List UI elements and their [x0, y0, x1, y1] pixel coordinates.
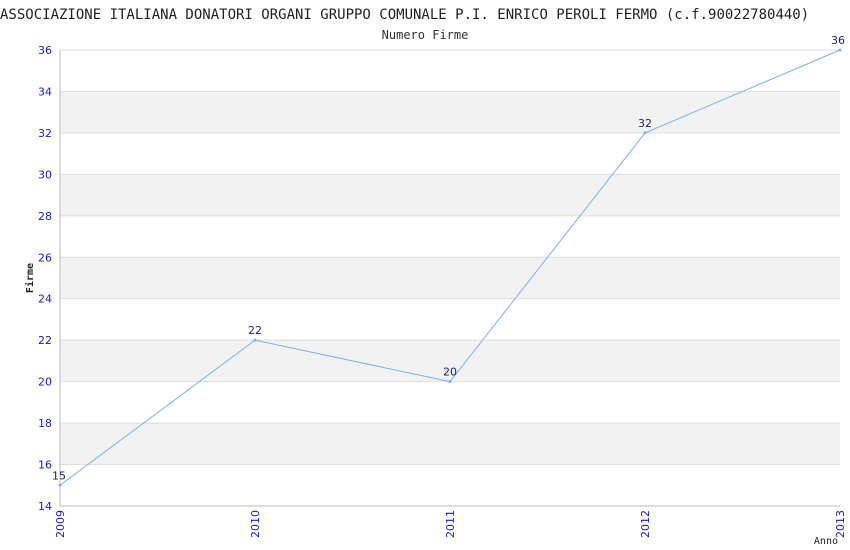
x-tick-label: 2010 — [249, 510, 262, 538]
grid-band — [60, 257, 840, 299]
y-tick-label: 24 — [38, 293, 52, 306]
grid-band — [60, 423, 840, 465]
grid-band — [60, 174, 840, 216]
x-tick-label: 2011 — [444, 510, 457, 538]
data-label: 36 — [831, 34, 845, 47]
y-tick-label: 30 — [38, 168, 52, 181]
data-label: 15 — [52, 469, 66, 482]
chart-subtitle: Numero Firme — [382, 28, 469, 42]
y-tick-label: 32 — [38, 127, 52, 140]
y-axis-ticks: 14 16 18 20 22 24 26 28 30 32 34 36 — [38, 44, 52, 513]
y-tick-label: 28 — [38, 210, 52, 223]
y-tick-label: 22 — [38, 334, 52, 347]
chart: 141618202224262830323436 2009 2010 2011 201… — [0, 7, 847, 547]
data-point — [838, 48, 842, 52]
y-tick-label: 20 — [38, 376, 52, 389]
data-label: 22 — [248, 324, 262, 337]
y-tick-label: 34 — [38, 85, 52, 98]
y-tick-label: 26 — [38, 251, 52, 264]
grid-bands — [60, 91, 840, 465]
data-label: 32 — [638, 117, 652, 130]
x-tick-label: 2009 — [54, 510, 67, 538]
x-axis-ticks: 2009 2010 2011 2012 2013 — [54, 510, 847, 538]
x-axis-label: Anno — [814, 536, 838, 547]
chart-title: ASSOCIAZIONE ITALIANA DONATORI ORGANI GR… — [0, 7, 809, 23]
y-axis-label: Firme — [24, 263, 36, 293]
data-point — [448, 380, 452, 384]
y-tick-label: 18 — [38, 417, 52, 430]
x-tick-label: 2012 — [639, 510, 652, 538]
x-tick-label: 2013 — [834, 510, 847, 538]
data-point — [58, 483, 62, 487]
data-point — [643, 131, 647, 135]
y-tick-label: 36 — [38, 44, 52, 57]
y-tick-label: 16 — [38, 459, 52, 472]
data-label: 20 — [443, 366, 457, 379]
grid-band — [60, 91, 840, 133]
data-point — [253, 338, 257, 342]
y-tick-label: 14 — [38, 500, 52, 513]
